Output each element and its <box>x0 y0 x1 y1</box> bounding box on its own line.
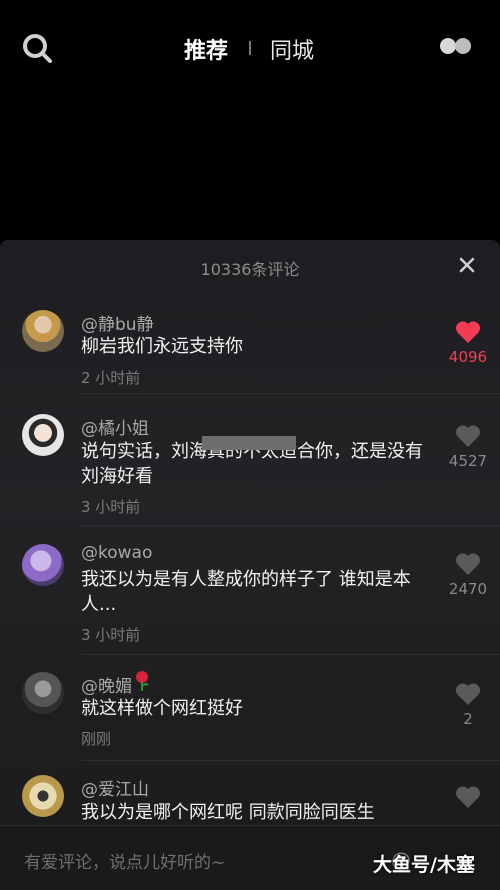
like-count: 4096 <box>448 348 488 366</box>
comment-text[interactable]: 就这样做个网红挺好 <box>81 696 436 721</box>
comment-item: @kowao 我还以为是有人整成你的样子了 谁知是本人... 3 小时前 247… <box>0 540 500 670</box>
comment-username[interactable]: @静bu静 <box>81 310 154 335</box>
heart-icon <box>455 321 481 343</box>
comment-item: @静bu静 柳岩我们永远支持你 2 小时前 4096 <box>0 306 500 426</box>
avatar[interactable] <box>22 775 64 817</box>
heart-icon <box>455 683 481 705</box>
divider <box>81 525 500 526</box>
tab-separator <box>249 41 251 55</box>
like-button[interactable]: 2 <box>438 682 498 728</box>
heart-icon <box>455 553 481 575</box>
comment-panel: 10336条评论 @静bu静 柳岩我们永远支持你 2 小时前 4096 @橘小姐… <box>0 240 500 889</box>
divider <box>81 654 500 655</box>
comment-time: 2 小时前 <box>81 369 141 387</box>
like-count: 2470 <box>448 580 488 598</box>
tab-nearby[interactable]: 同城 <box>270 33 314 65</box>
comment-text[interactable]: 我以为是哪个网红呢 同款同脸同医生 <box>81 800 436 825</box>
divider <box>81 393 500 394</box>
comment-text[interactable]: 我还以为是有人整成你的样子了 谁知是本人... <box>81 567 436 617</box>
avatar[interactable] <box>22 672 64 714</box>
comment-text[interactable]: 柳岩我们永远支持你 <box>81 334 436 359</box>
like-count: 2 <box>463 710 473 728</box>
tab-recommend[interactable]: 推荐 <box>184 33 228 65</box>
comment-item: @橘小姐 说句实话，刘海真的不太适合你，还是没有刘海好看 3 小时前 4527 <box>0 410 500 540</box>
avatar[interactable] <box>22 414 64 456</box>
avatar[interactable] <box>22 544 64 586</box>
dots-icon[interactable] <box>440 38 472 54</box>
like-button[interactable]: 4096 <box>438 320 498 366</box>
avatar[interactable] <box>22 310 64 352</box>
search-icon[interactable] <box>22 33 52 63</box>
comment-time: 刚刚 <box>81 730 112 748</box>
divider <box>81 760 500 761</box>
close-icon[interactable] <box>457 255 477 275</box>
comment-username[interactable]: @kowao <box>81 543 152 563</box>
comment-count-title: 10336条评论 <box>200 260 300 279</box>
heart-icon <box>455 786 481 808</box>
like-button[interactable]: 2470 <box>438 552 498 598</box>
comment-time: 3 小时前 <box>81 626 141 644</box>
rose-icon <box>136 671 149 691</box>
like-button[interactable]: 4527 <box>438 424 498 470</box>
like-button[interactable] <box>438 785 498 809</box>
comment-input-placeholder[interactable]: 有爱评论，说点儿好听的~ <box>24 848 225 873</box>
comment-username[interactable]: @晚媚 <box>81 672 132 697</box>
top-bar: 推荐 同城 <box>0 0 500 95</box>
comment-username[interactable]: @橘小姐 <box>81 414 149 439</box>
comment-username[interactable]: @爱江山 <box>81 775 149 800</box>
watermark: 大鱼号/木塞 <box>373 854 475 876</box>
heart-icon <box>455 425 481 447</box>
like-count: 4527 <box>448 452 488 470</box>
comment-item: @晚媚 就这样做个网红挺好 刚刚 2 <box>0 670 500 780</box>
redaction-box <box>202 436 296 450</box>
comment-time: 3 小时前 <box>81 498 141 516</box>
